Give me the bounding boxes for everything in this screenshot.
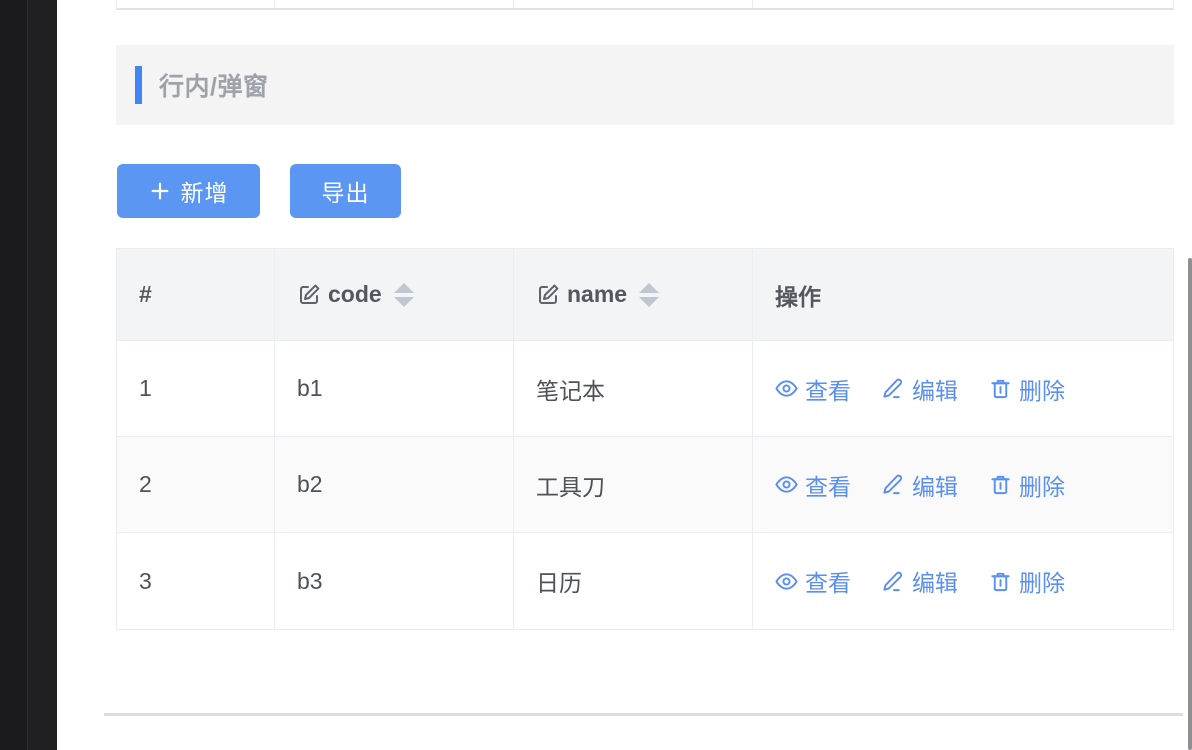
column-header-index: #: [117, 249, 275, 340]
table-row: 3 b3 日历 查看 编辑 删除: [117, 533, 1173, 629]
sort-desc-icon[interactable]: [394, 297, 414, 307]
view-link[interactable]: 查看: [775, 372, 851, 406]
cell-index: 1: [117, 341, 275, 436]
cell-actions: 查看 编辑 删除: [753, 341, 1173, 436]
export-button-label: 导出: [322, 174, 370, 208]
add-button-label: 新增: [181, 174, 229, 208]
cell-index: 2: [117, 437, 275, 532]
delete-link[interactable]: 删除: [989, 468, 1065, 502]
view-link[interactable]: 查看: [775, 468, 851, 502]
delete-label: 删除: [1019, 468, 1065, 502]
edit-link[interactable]: 编辑: [882, 468, 958, 502]
column-label: name: [567, 281, 627, 308]
column-header-actions: 操作: [753, 249, 1173, 340]
delete-link[interactable]: 删除: [989, 564, 1065, 598]
view-label: 查看: [805, 564, 851, 598]
partial-cell: [753, 0, 1173, 8]
partial-cell: [514, 0, 753, 8]
cell-code: b3: [275, 533, 514, 629]
plus-icon: [149, 180, 171, 202]
edit-square-icon: [297, 283, 321, 307]
trash-icon: [989, 570, 1012, 593]
sort-asc-icon[interactable]: [394, 283, 414, 293]
partial-table-above: [116, 0, 1174, 10]
eye-icon: [775, 473, 798, 496]
column-header-name[interactable]: name: [514, 249, 753, 340]
sort-caret[interactable]: [639, 283, 659, 307]
cell-actions: 查看 编辑 删除: [753, 437, 1173, 532]
cell-name: 工具刀: [514, 437, 753, 532]
delete-label: 删除: [1019, 564, 1065, 598]
trash-icon: [989, 377, 1012, 400]
edit-pen-icon: [882, 570, 905, 593]
cell-code: b1: [275, 341, 514, 436]
section-accent-bar: [135, 66, 142, 104]
sort-desc-icon[interactable]: [639, 297, 659, 307]
column-label: #: [139, 281, 152, 308]
edit-label: 编辑: [912, 372, 958, 406]
eye-icon: [775, 377, 798, 400]
export-button[interactable]: 导出: [290, 164, 401, 218]
partial-cell: [275, 0, 514, 8]
cell-name: 日历: [514, 533, 753, 629]
table-row: 1 b1 笔记本 查看 编辑 删除: [117, 341, 1173, 437]
cell-name: 笔记本: [514, 341, 753, 436]
edit-label: 编辑: [912, 468, 958, 502]
sort-caret[interactable]: [394, 283, 414, 307]
partial-cell: [117, 0, 275, 8]
view-label: 查看: [805, 372, 851, 406]
edit-pen-icon: [882, 473, 905, 496]
sort-asc-icon[interactable]: [639, 283, 659, 293]
table-row: 2 b2 工具刀 查看 编辑 删除: [117, 437, 1173, 533]
column-label: 操作: [775, 278, 821, 312]
eye-icon: [775, 570, 798, 593]
delete-label: 删除: [1019, 372, 1065, 406]
edit-pen-icon: [882, 377, 905, 400]
add-button[interactable]: 新增: [117, 164, 260, 218]
edit-link[interactable]: 编辑: [882, 564, 958, 598]
cell-actions: 查看 编辑 删除: [753, 533, 1173, 629]
toolbar: 新增 导出: [117, 164, 401, 218]
section-title: 行内/弹窗: [159, 67, 268, 103]
app-sidebar[interactable]: [0, 0, 57, 750]
edit-label: 编辑: [912, 564, 958, 598]
edit-link[interactable]: 编辑: [882, 372, 958, 406]
data-table: # code name 操作 1 b1 笔记本: [116, 248, 1174, 630]
vertical-scrollbar[interactable]: [1188, 258, 1192, 750]
delete-link[interactable]: 删除: [989, 372, 1065, 406]
section-divider: [104, 713, 1183, 716]
app-sidebar-rail[interactable]: [0, 0, 28, 750]
table-header-row: # code name 操作: [117, 249, 1173, 341]
section-header: 行内/弹窗: [116, 45, 1174, 125]
column-header-code[interactable]: code: [275, 249, 514, 340]
trash-icon: [989, 473, 1012, 496]
edit-square-icon: [536, 283, 560, 307]
cell-code: b2: [275, 437, 514, 532]
view-link[interactable]: 查看: [775, 564, 851, 598]
column-label: code: [328, 281, 382, 308]
view-label: 查看: [805, 468, 851, 502]
cell-index: 3: [117, 533, 275, 629]
